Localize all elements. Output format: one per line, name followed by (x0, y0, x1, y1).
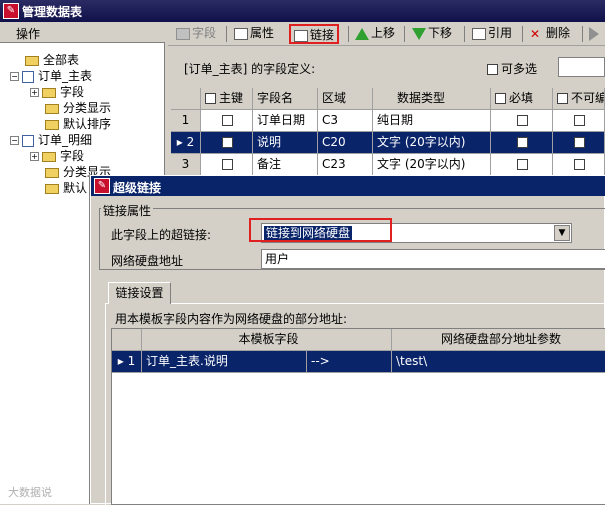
field-button[interactable]: 字段 (173, 24, 219, 44)
checkbox-icon (487, 64, 498, 75)
toolbar-separator (226, 26, 227, 42)
multi-select-checkbox[interactable]: 可多选 (487, 60, 537, 77)
field-icon (176, 27, 190, 40)
tree-label: 字段 (60, 149, 85, 163)
table-row-selected[interactable]: ▸ 1 订单_主表.说明 --> \test\ (112, 351, 605, 373)
dialog-titlebar: ✎ 超级链接 (91, 176, 605, 196)
tree-label: 分类显示 (63, 101, 112, 115)
properties-button[interactable]: 属性 (231, 24, 277, 44)
expand-icon[interactable]: + (30, 88, 39, 97)
toolbar-separator (464, 26, 465, 42)
column-primary-key[interactable]: 主键 (201, 88, 253, 110)
app-logo-icon: ✎ (3, 3, 19, 19)
column-template-field[interactable]: 本模板字段 (142, 329, 392, 351)
move-up-button[interactable]: 上移 (352, 24, 398, 44)
grid-header: 本模板字段 网络硬盘部分地址参数 (112, 329, 605, 351)
toolbar-separator (348, 26, 349, 42)
more-button[interactable] (586, 24, 604, 44)
checkbox-icon (221, 159, 233, 170)
highlight-annotation (249, 218, 392, 242)
column-data-type[interactable]: 数据类型 (373, 88, 491, 110)
address-label: 网络硬盘地址 (111, 254, 184, 268)
reference-button[interactable]: 引用 (469, 24, 515, 44)
window-title: 管理数据表 (22, 5, 83, 19)
column-field-name[interactable]: 字段名 (253, 88, 318, 110)
checkbox-icon (221, 115, 233, 126)
table-icon (22, 134, 34, 147)
folder-icon (45, 183, 59, 194)
tree-node-default-2[interactable]: 默认 (45, 179, 87, 195)
tree-label: 全部表 (43, 53, 80, 67)
tree-node-fields[interactable]: + 字段 (30, 83, 84, 99)
dialog-title: 超级链接 (113, 181, 162, 195)
operations-label: 操作 (16, 27, 41, 41)
tree-label: 默认 (63, 181, 88, 195)
tree-label: 字段 (60, 85, 85, 99)
grid-header: 主键 字段名 区域 数据类型 必填 不可编辑 (171, 88, 605, 110)
reference-icon (472, 27, 486, 40)
tree-node-all-tables[interactable]: 全部表 (25, 51, 79, 67)
group-label: 链接属性 (101, 202, 154, 219)
toolbar-separator (522, 26, 523, 42)
network-disk-address-input[interactable]: 用户 (261, 249, 605, 269)
mapping-grid: 本模板字段 网络硬盘部分地址参数 ▸ 1 订单_主表.说明 --> \test\ (111, 328, 605, 505)
folder-icon (45, 119, 59, 130)
tree-node-fields-2[interactable]: + 字段 (30, 147, 84, 163)
tree-node-category-display[interactable]: 分类显示 (45, 99, 111, 115)
folder-icon (45, 167, 59, 178)
toolbar-separator (582, 26, 583, 42)
table-row-selected[interactable]: ▸ 2 说明 C20 文字 (20字以内) (171, 132, 605, 154)
tree-node-order-main[interactable]: − 订单_主表 (10, 67, 92, 83)
move-down-button[interactable]: 下移 (409, 24, 455, 44)
tree-label: 订单_明细 (38, 133, 93, 147)
delete-button[interactable]: ✕ 删除 (527, 24, 573, 44)
dropdown-arrow-icon[interactable]: ▼ (554, 225, 570, 241)
column-address-param[interactable]: 网络硬盘部分地址参数 (392, 329, 605, 351)
folder-icon (42, 87, 56, 98)
column-required[interactable]: 必填 (491, 88, 553, 110)
folder-icon (25, 55, 39, 66)
folder-icon (42, 151, 56, 162)
app-logo-icon: ✎ (94, 178, 110, 194)
collapse-icon[interactable]: − (10, 136, 19, 145)
hyperlink-label: 此字段上的超链接: (111, 228, 212, 242)
collapse-icon[interactable]: − (10, 72, 19, 81)
delete-x-icon: ✕ (530, 26, 541, 41)
play-arrow-icon (589, 26, 599, 41)
column-area[interactable]: 区域 (318, 88, 373, 110)
expand-icon[interactable]: + (30, 152, 39, 161)
tree-node-default-sort[interactable]: 默认排序 (45, 115, 111, 131)
down-arrow-icon (412, 27, 426, 40)
toolbar-separator (404, 26, 405, 42)
folder-icon (45, 103, 59, 114)
operations-panel-header: 操作 (0, 22, 165, 43)
dialog-description: 用本模板字段内容作为网络硬盘的部分地址: (115, 312, 348, 326)
properties-icon (234, 27, 248, 40)
window-titlebar: ✎ 管理数据表 (0, 0, 605, 22)
hyperlink-dialog: ✎ 超级链接 链接属性 此字段上的超链接: 链接到网络硬盘 ▼ 网络硬盘地址 用… (90, 175, 605, 505)
table-icon (22, 70, 34, 83)
toolbar: 字段 属性 链接 上移 下移 引用 ✕ 删除 (168, 22, 605, 46)
link-icon (294, 29, 308, 42)
table-row[interactable]: 1 订单日期 C3 纯日期 (171, 110, 605, 132)
watermark: 大数据说 (8, 486, 52, 499)
up-arrow-icon (355, 27, 369, 40)
field-definition-label: [订单_主表] 的字段定义: (184, 62, 316, 76)
tree-node-order-detail[interactable]: − 订单_明细 (10, 131, 92, 147)
tree-label: 默认排序 (63, 117, 112, 131)
tree-label: 订单_主表 (38, 69, 93, 83)
link-button[interactable]: 链接 (289, 24, 340, 44)
tab-link-settings[interactable]: 链接设置 (108, 282, 171, 304)
multi-select-input[interactable] (558, 57, 605, 77)
checkbox-icon (221, 137, 233, 148)
table-row[interactable]: 3 备注 C23 文字 (20字以内) (171, 154, 605, 176)
column-not-editable[interactable]: 不可编辑 (553, 88, 605, 110)
